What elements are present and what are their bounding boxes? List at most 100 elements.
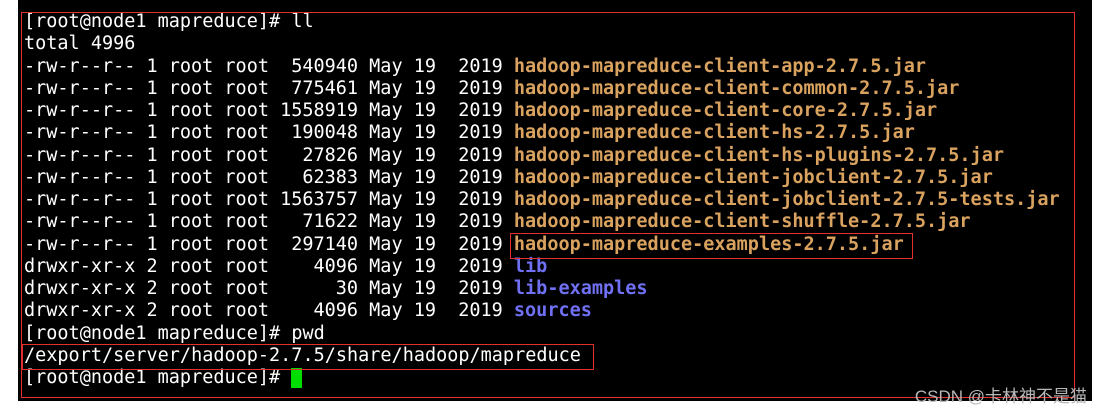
link-count: 1 — [146, 77, 158, 99]
listing-row: -rw-r--r-- 1 root root 775461 May 19 201… — [24, 78, 1060, 100]
active-prompt-line[interactable]: [root@node1 mapreduce]# — [24, 367, 1060, 389]
file-size: 540940 — [291, 55, 359, 77]
link-count: 1 — [146, 166, 158, 188]
shell-prompt: [root@node1 mapreduce]# — [24, 322, 281, 344]
day: 19 — [413, 166, 436, 188]
group: root — [224, 278, 269, 299]
group: root — [224, 233, 269, 255]
day: 19 — [413, 278, 436, 299]
day: 19 — [413, 233, 436, 255]
file-size: 30 — [335, 278, 359, 299]
listing-row: drwxr-xr-x 2 root root 4096 May 19 2019 … — [24, 256, 1060, 278]
month: May — [369, 189, 403, 210]
group: root — [224, 55, 269, 77]
pwd-output-highlight: /export/server/hadoop-2.7.5/share/hadoop… — [22, 343, 594, 371]
day: 19 — [413, 189, 436, 210]
file-name: hadoop-mapreduce-client-app-2.7.5.jar — [513, 55, 927, 77]
month: May — [369, 211, 403, 233]
file-size: 190048 — [291, 122, 359, 144]
file-size: 1558919 — [280, 100, 359, 121]
year: 2019 — [458, 233, 503, 255]
file-size: 62383 — [302, 166, 359, 188]
permissions: -rw-r--r-- — [24, 122, 136, 144]
file-name: hadoop-mapreduce-client-shuffle-2.7.5.ja… — [513, 211, 971, 233]
link-count: 2 — [146, 255, 158, 277]
file-size: 71622 — [302, 211, 359, 233]
link-count: 1 — [146, 55, 158, 77]
listing-row: drwxr-xr-x 2 root root 4096 May 19 2019 … — [24, 300, 1060, 322]
day: 19 — [413, 100, 436, 121]
year: 2019 — [458, 166, 503, 188]
owner: root — [168, 122, 214, 144]
month: May — [369, 77, 403, 99]
owner: root — [168, 211, 214, 233]
text-cursor — [291, 368, 303, 389]
listing-row: -rw-r--r-- 1 root root 190048 May 19 201… — [24, 122, 1060, 144]
year: 2019 — [458, 278, 503, 299]
permissions: -rw-r--r-- — [24, 211, 136, 233]
total-line: total 4996 — [24, 33, 1060, 55]
directory-name: lib-examples — [513, 278, 648, 299]
file-name: hadoop-mapreduce-client-jobclient-2.7.5-… — [513, 189, 1060, 210]
day: 19 — [413, 211, 436, 233]
file-size: 27826 — [302, 144, 359, 166]
file-size: 1563757 — [280, 189, 359, 210]
directory-name: lib — [513, 255, 548, 277]
watermark: CSDN @卡林神不是猫 — [914, 387, 1087, 406]
month: May — [369, 122, 403, 144]
file-size: 297140 — [291, 233, 359, 255]
owner: root — [168, 144, 214, 166]
listing-row: -rw-r--r-- 1 root root 1558919 May 19 20… — [24, 100, 1060, 122]
listing-row: -rw-r--r-- 1 root root 62383 May 19 2019… — [24, 167, 1060, 189]
examples-jar-highlight: hadoop-mapreduce-examples-2.7.5.jar — [509, 232, 913, 260]
permissions: drwxr-xr-x — [24, 278, 136, 299]
permissions: -rw-r--r-- — [24, 233, 136, 255]
owner: root — [168, 55, 214, 77]
permissions: -rw-r--r-- — [24, 189, 136, 210]
permissions: -rw-r--r-- — [24, 144, 136, 166]
day: 19 — [413, 300, 436, 322]
year: 2019 — [458, 211, 503, 233]
link-count: 1 — [146, 122, 158, 144]
group: root — [224, 144, 269, 166]
listing-row: -rw-r--r-- 1 root root 27826 May 19 2019… — [24, 145, 1060, 167]
link-count: 1 — [146, 189, 158, 210]
pwd-output-line: /export/server/hadoop-2.7.5/share/hadoop… — [22, 343, 1060, 371]
group: root — [224, 100, 269, 121]
month: May — [369, 233, 403, 255]
month: May — [369, 300, 403, 322]
permissions: drwxr-xr-x — [24, 255, 136, 277]
year: 2019 — [458, 122, 503, 144]
total-text: total 4996 — [24, 33, 136, 55]
month: May — [369, 278, 403, 299]
group: root — [224, 300, 269, 322]
terminal-output: [root@node1 mapreduce]# ll total 4996 -r… — [22, 11, 1060, 389]
listing-row: -rw-r--r-- 1 root root 1563757 May 19 20… — [24, 189, 1060, 211]
year: 2019 — [458, 189, 503, 210]
day: 19 — [413, 255, 436, 277]
owner: root — [168, 189, 214, 210]
file-name: hadoop-mapreduce-client-common-2.7.5.jar — [513, 77, 960, 99]
link-count: 2 — [146, 278, 158, 299]
file-size: 4096 — [313, 255, 359, 277]
group: root — [224, 122, 269, 144]
file-name: hadoop-mapreduce-client-core-2.7.5.jar — [513, 100, 938, 121]
year: 2019 — [458, 300, 503, 322]
owner: root — [168, 77, 214, 99]
month: May — [369, 100, 403, 121]
listing-row: -rw-r--r-- 1 root root 540940 May 19 201… — [24, 56, 1060, 78]
day: 19 — [413, 77, 436, 99]
shell-prompt: [root@node1 mapreduce]# — [24, 11, 281, 32]
permissions: -rw-r--r-- — [24, 100, 136, 121]
prompt-line: [root@node1 mapreduce]# pwd — [24, 323, 1060, 345]
link-count: 1 — [146, 144, 158, 166]
terminal-window[interactable]: [root@node1 mapreduce]# ll total 4996 -r… — [18, 0, 1092, 401]
directory-name: sources — [513, 300, 592, 322]
year: 2019 — [458, 100, 503, 121]
link-count: 1 — [146, 211, 158, 233]
shell-command: ll — [291, 11, 314, 32]
group: root — [224, 211, 269, 233]
group: root — [224, 166, 269, 188]
listing-row: drwxr-xr-x 2 root root 30 May 19 2019 li… — [24, 278, 1060, 300]
group: root — [224, 189, 269, 210]
